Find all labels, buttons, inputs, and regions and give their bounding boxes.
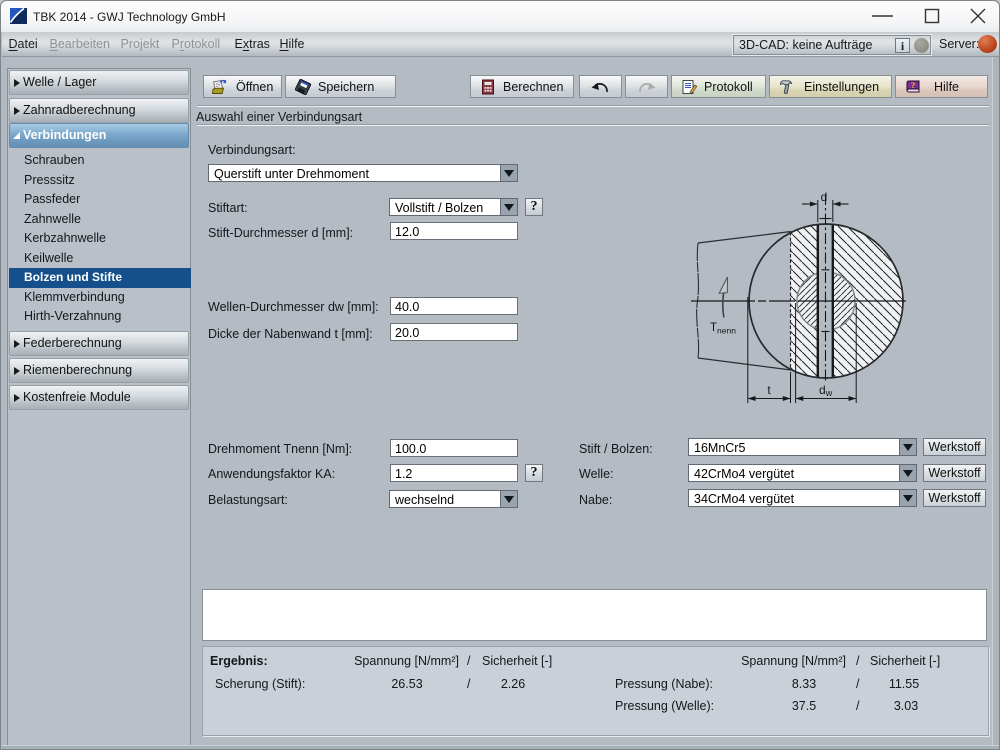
svg-text:dw: dw <box>819 383 833 398</box>
svg-text:Tnenn: Tnenn <box>710 322 736 336</box>
svg-text:d: d <box>821 190 828 204</box>
svg-text:t: t <box>767 383 771 397</box>
svg-text:?: ? <box>911 80 915 90</box>
